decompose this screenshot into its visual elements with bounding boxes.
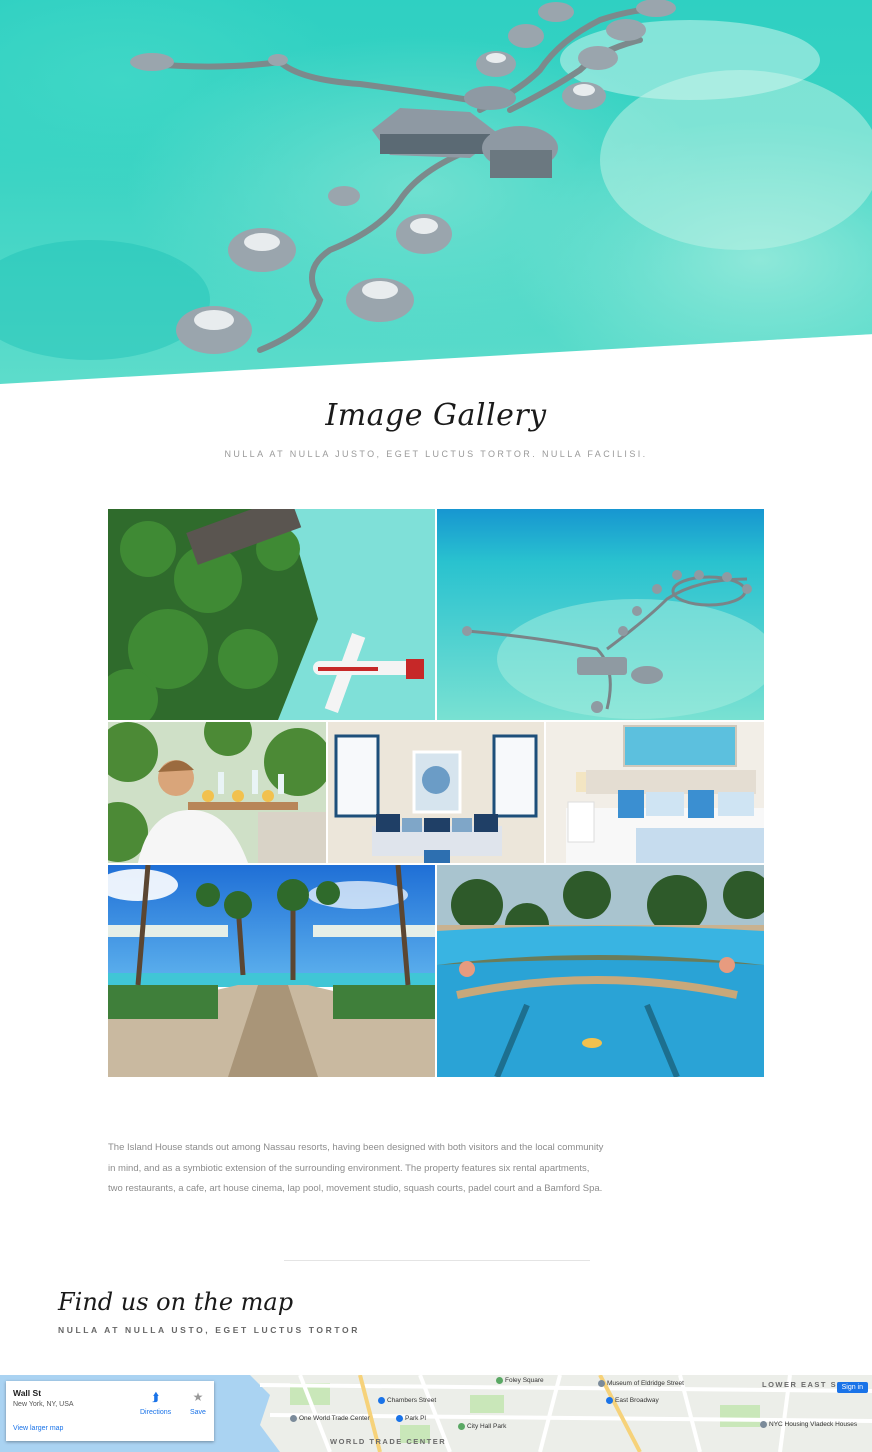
about-paragraph: The Island House stands out among Nassau… xyxy=(108,1138,628,1200)
landmark-pin-icon xyxy=(290,1415,297,1422)
save-button[interactable]: ★ Save xyxy=(190,1391,206,1416)
about-line: The Island House stands out among Nassau… xyxy=(108,1142,604,1153)
map-place-card: Wall St New York, NY, USA View larger ma… xyxy=(6,1381,214,1441)
district-label: WORLD TRADE CENTER xyxy=(330,1437,447,1446)
map-section-subtitle: NULLA AT NULLA USTO, EGET LUCTUS TORTOR xyxy=(58,1325,360,1335)
transit-pin-icon xyxy=(396,1415,403,1422)
map-poi[interactable]: Chambers Street xyxy=(378,1397,436,1404)
map-poi[interactable]: Museum of Eldridge Street xyxy=(598,1380,684,1387)
section-divider xyxy=(284,1260,590,1261)
overwater-villas-illustration xyxy=(0,0,872,360)
gallery-image-palm-walkway[interactable] xyxy=(108,865,435,1077)
map-poi[interactable]: Foley Square xyxy=(496,1377,544,1384)
park-pin-icon xyxy=(496,1377,503,1384)
embedded-map[interactable]: LOWER EAST SIDE WORLD TRADE CENTER Foley… xyxy=(0,1375,872,1452)
gallery-image-bedroom[interactable] xyxy=(546,722,764,863)
star-icon: ★ xyxy=(192,1390,204,1404)
gallery-image-waiter-tray[interactable] xyxy=(108,722,326,863)
gallery-image-living-room[interactable] xyxy=(328,722,544,863)
gallery-image-beach-seaplane[interactable] xyxy=(108,509,435,720)
hero-image xyxy=(0,0,872,384)
transit-pin-icon xyxy=(606,1397,613,1404)
view-larger-map-link[interactable]: View larger map xyxy=(13,1425,63,1432)
transit-pin-icon xyxy=(378,1397,385,1404)
map-place-address: New York, NY, USA xyxy=(13,1401,74,1408)
museum-pin-icon xyxy=(598,1380,605,1387)
map-poi[interactable]: Park Pl xyxy=(396,1415,426,1422)
park-pin-icon xyxy=(458,1423,465,1430)
map-section-title: Find us on the map xyxy=(58,1288,294,1316)
directions-icon: ⮭ xyxy=(152,1390,160,1404)
about-line: two restaurants, a cafe, art house cinem… xyxy=(108,1183,603,1194)
map-poi[interactable]: City Hall Park xyxy=(458,1423,506,1430)
gallery-subtitle: NULLA AT NULLA JUSTO, EGET LUCTUS TORTOR… xyxy=(224,449,648,459)
sign-in-button[interactable]: Sign in xyxy=(836,1382,868,1393)
about-line: in mind, and as a symbiotic extension of… xyxy=(108,1162,590,1174)
map-poi[interactable]: NYC Housing Vladeck Houses xyxy=(760,1421,857,1428)
directions-button[interactable]: ⮭ Directions xyxy=(140,1391,171,1416)
gallery-title: Image Gallery xyxy=(325,398,547,433)
map-poi[interactable]: One World Trade Center xyxy=(290,1415,370,1422)
gallery-image-resort-pool[interactable] xyxy=(437,865,764,1077)
map-poi[interactable]: East Broadway xyxy=(606,1397,659,1404)
map-place-name: Wall St xyxy=(13,1388,42,1398)
housing-pin-icon xyxy=(760,1421,767,1428)
gallery-image-lagoon-villas[interactable] xyxy=(437,509,764,720)
